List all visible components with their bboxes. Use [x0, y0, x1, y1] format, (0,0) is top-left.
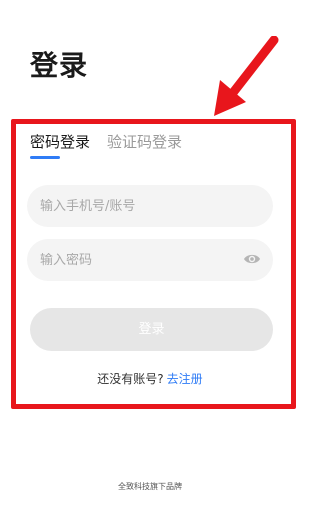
login-button[interactable]: 登录 — [30, 308, 273, 351]
eye-icon[interactable] — [243, 252, 261, 266]
password-input[interactable] — [40, 252, 230, 268]
login-page: 登录 密码登录 验证码登录 登录 还没有账号?去注册 全致科技旗下品牌 — [0, 0, 300, 508]
register-prompt: 还没有账号? — [97, 372, 164, 386]
register-link[interactable]: 去注册 — [167, 372, 203, 386]
tab-password-login[interactable]: 密码登录 — [30, 131, 90, 153]
annotation-arrow-icon — [214, 36, 279, 116]
register-row: 还没有账号? 去注册 — [0, 371, 300, 387]
phone-field — [27, 185, 273, 227]
page-title: 登录 — [30, 49, 89, 82]
password-field — [27, 239, 273, 281]
phone-input[interactable] — [40, 198, 230, 214]
active-tab-indicator — [30, 156, 60, 159]
footer-brand-text: 全致科技旗下品牌 — [118, 482, 182, 491]
tab-code-login[interactable]: 验证码登录 — [107, 131, 182, 153]
